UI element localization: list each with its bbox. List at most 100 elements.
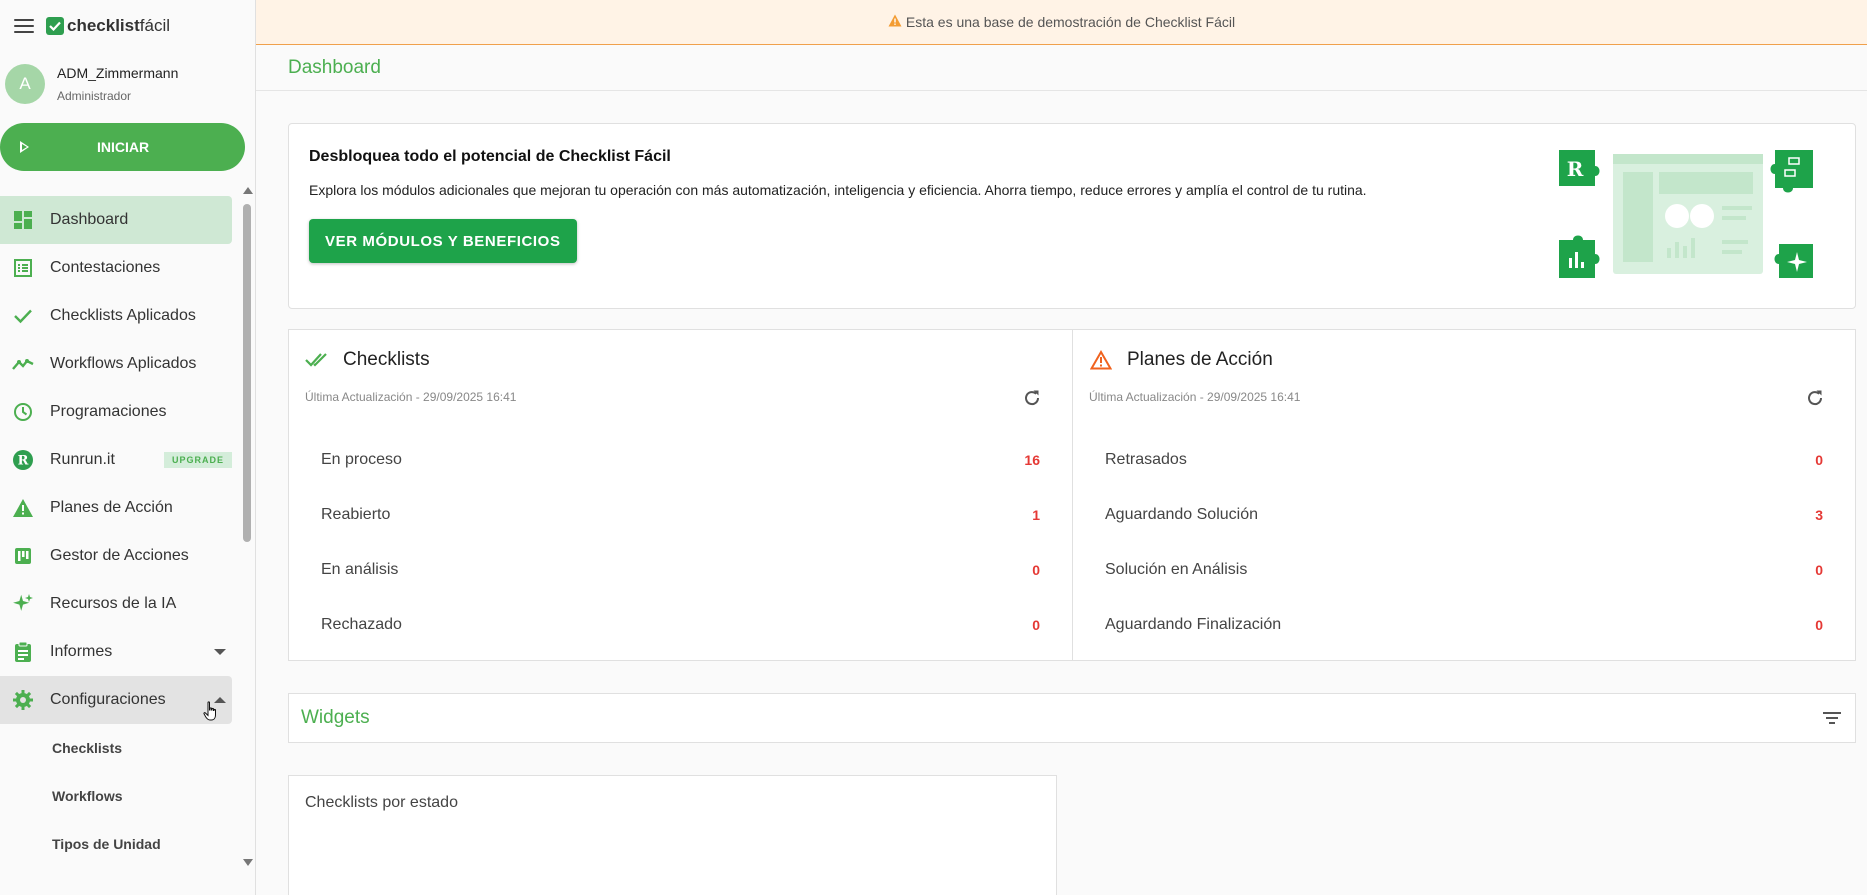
check-icon xyxy=(12,305,34,327)
action-plans-status-list: Retrasados 0 Aguardando Solución 3 Solució… xyxy=(1105,432,1823,652)
sidebar-item-label: Checklists Aplicados xyxy=(50,307,196,324)
sparkle-icon xyxy=(12,593,34,615)
double-check-icon xyxy=(305,348,329,372)
chart-card-title: Checklists por estado xyxy=(305,794,458,811)
upgrade-badge[interactable]: UPGRADE xyxy=(164,452,233,468)
promo-card: Desbloquea todo el potencial de Checklis… xyxy=(288,123,1856,309)
list-item[interactable]: En proceso 16 xyxy=(321,432,1040,487)
status-label: Aguardando Solución xyxy=(1105,505,1259,523)
status-count: 0 xyxy=(1815,616,1823,633)
status-count: 3 xyxy=(1815,506,1823,523)
header-divider xyxy=(256,90,1867,91)
list-item[interactable]: Aguardando Solución 3 xyxy=(1105,487,1823,542)
app-root: checklist fácil A ADM_Zimmermann Administ… xyxy=(0,0,1867,895)
sidebar-item-programaciones[interactable]: Programaciones xyxy=(0,388,240,436)
widgets-title: Widgets xyxy=(301,707,370,728)
status-label: Reabierto xyxy=(321,505,391,523)
dashboard-icon xyxy=(12,209,34,231)
sidebar-item-label: Planes de Acción xyxy=(50,499,173,516)
list-item[interactable]: Reabierto 1 xyxy=(321,487,1040,542)
checklists-status-list: En proceso 16 Reabierto 1 En análisis 0 Rec… xyxy=(321,432,1040,652)
svg-text:R: R xyxy=(18,454,29,469)
action-plans-panel-header: Planes de Acción xyxy=(1089,348,1273,372)
action-plans-panel-title: Planes de Acción xyxy=(1127,349,1273,370)
widgets-bar: Widgets xyxy=(288,693,1856,743)
sidebar-item-runrun[interactable]: R Runrun.it UPGRADE xyxy=(0,436,240,484)
warning-icon xyxy=(12,497,34,519)
sidebar-item-label: Workflows Aplicados xyxy=(50,355,197,372)
user-role: Administrador xyxy=(57,89,132,103)
sidebar-nav: Dashboard Contestaciones Checklists Apli… xyxy=(0,196,240,868)
status-label: En análisis xyxy=(321,560,399,578)
sidebar-subitem-checklists[interactable]: Checklists xyxy=(0,724,240,772)
sidebar-item-label: Configuraciones xyxy=(50,691,166,708)
scroll-down-arrow-icon[interactable] xyxy=(243,859,253,866)
checklists-panel-title: Checklists xyxy=(343,349,430,370)
clipboard-icon xyxy=(12,641,34,663)
sidebar-item-label: Runrun.it xyxy=(50,451,115,468)
list-item[interactable]: Solución en Análisis 0 xyxy=(1105,542,1823,597)
play-icon xyxy=(20,141,29,153)
checklists-panel: Checklists Última Actualización - 29/09/… xyxy=(289,330,1072,660)
filter-icon[interactable] xyxy=(1823,711,1841,725)
hand-cursor-icon xyxy=(203,701,216,721)
checklists-by-status-card: Checklists por estado xyxy=(288,775,1057,895)
action-plans-last-updated: Última Actualización - 29/09/2025 16:41 xyxy=(1089,390,1301,404)
sidebar-item-informes[interactable]: Informes xyxy=(0,628,240,676)
start-button-label: INICIAR xyxy=(96,139,150,155)
sidebar-subitem-workflows[interactable]: Workflows xyxy=(0,772,240,820)
sidebar-item-planes-de-accion[interactable]: Planes de Acción xyxy=(0,484,240,532)
sidebar: checklist fácil A ADM_Zimmermann Administ… xyxy=(0,0,256,895)
gear-icon xyxy=(12,689,34,711)
status-label: Solución en Análisis xyxy=(1105,560,1248,578)
list-item[interactable]: Retrasados 0 xyxy=(1105,432,1823,487)
sidebar-item-recursos-ia[interactable]: Recursos de la IA xyxy=(0,580,240,628)
hamburger-menu-icon[interactable] xyxy=(14,19,34,33)
promo-text: Explora los módulos adicionales que mejo… xyxy=(309,182,1367,198)
sidebar-item-workflows-aplicados[interactable]: Workflows Aplicados xyxy=(0,340,240,388)
main-content: Esta es una base de demostración de Chec… xyxy=(256,0,1867,895)
sidebar-item-label: Recursos de la IA xyxy=(50,595,177,612)
sidebar-item-gestor-de-acciones[interactable]: Gestor de Acciones xyxy=(0,532,240,580)
sidebar-item-dashboard[interactable]: Dashboard xyxy=(0,196,232,244)
logo-text-bold: checklist xyxy=(67,16,140,35)
svg-text:R: R xyxy=(1567,157,1584,181)
list-item[interactable]: Aguardando Finalización 0 xyxy=(1105,597,1823,652)
status-label: En proceso xyxy=(321,450,402,468)
demo-banner: Esta es una base de demostración de Chec… xyxy=(256,0,1867,45)
user-profile[interactable]: A ADM_Zimmermann Administrador xyxy=(0,52,255,110)
user-name: ADM_Zimmermann xyxy=(57,65,179,81)
refresh-icon[interactable] xyxy=(1022,388,1042,408)
sidebar-scroll-thumb[interactable] xyxy=(243,204,251,542)
view-modules-button[interactable]: VER MÓDULOS Y BENEFICIOS xyxy=(309,219,577,263)
board-icon xyxy=(12,545,34,567)
page-title: Dashboard xyxy=(288,57,381,78)
clock-icon xyxy=(12,401,34,423)
trending-icon xyxy=(12,353,34,375)
logo-check-icon xyxy=(46,17,64,35)
sidebar-item-label: Dashboard xyxy=(50,211,129,228)
demo-banner-text: Esta es una base de demostración de Chec… xyxy=(905,14,1236,30)
status-count: 0 xyxy=(1032,561,1040,578)
logo[interactable]: checklist fácil xyxy=(46,16,170,36)
sidebar-item-label: Contestaciones xyxy=(50,259,161,276)
status-count: 1 xyxy=(1032,506,1040,523)
list-item[interactable]: En análisis 0 xyxy=(321,542,1040,597)
sidebar-item-checklists-aplicados[interactable]: Checklists Aplicados xyxy=(0,292,240,340)
runrun-icon: R xyxy=(12,449,34,471)
start-button[interactable]: INICIAR xyxy=(0,123,245,171)
sidebar-item-contestaciones[interactable]: Contestaciones xyxy=(0,244,240,292)
checklists-panel-header: Checklists xyxy=(305,348,430,372)
sidebar-subitem-tipos-de-unidad[interactable]: Tipos de Unidad xyxy=(0,820,240,868)
chevron-down-icon[interactable] xyxy=(214,649,226,655)
status-label: Aguardando Finalización xyxy=(1105,615,1282,633)
list-item[interactable]: Rechazado 0 xyxy=(321,597,1040,652)
status-count: 16 xyxy=(1024,451,1040,468)
sidebar-item-label: Informes xyxy=(50,643,113,660)
brand-bar: checklist fácil xyxy=(0,0,255,52)
scroll-up-arrow-icon[interactable] xyxy=(243,187,253,194)
refresh-icon[interactable] xyxy=(1805,388,1825,408)
status-count: 0 xyxy=(1815,561,1823,578)
sidebar-item-configuraciones[interactable]: Configuraciones xyxy=(0,676,232,724)
status-label: Retrasados xyxy=(1105,450,1187,468)
